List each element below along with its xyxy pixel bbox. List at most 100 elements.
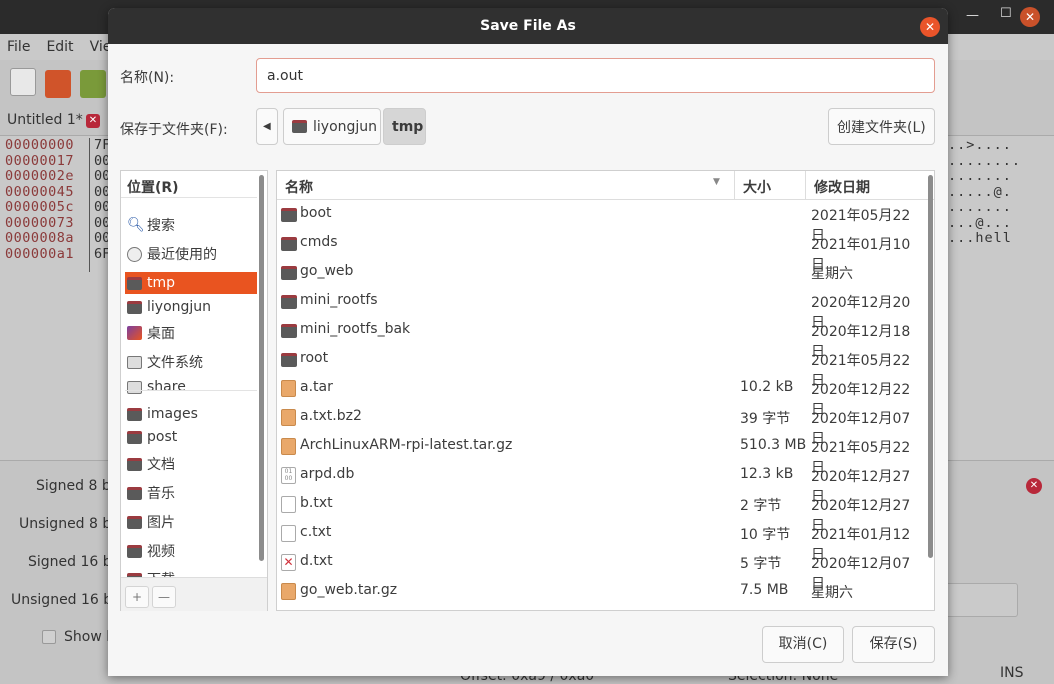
show-checkbox[interactable] [42, 630, 56, 644]
folder-icon [292, 120, 307, 133]
add-bookmark-button[interactable]: + [125, 586, 149, 608]
file-row[interactable]: a.txt.bz2 39 字节 2020年12月07日 [277, 403, 922, 447]
file-row[interactable]: cmds 2021年01月10日 [277, 229, 922, 273]
save-file-icon[interactable] [80, 70, 106, 98]
name-label: 名称(N): [120, 70, 175, 86]
divider [89, 138, 90, 272]
file-date: 星期六 [811, 585, 853, 601]
sidebar-item-视频[interactable]: 视频 [125, 540, 257, 562]
inspector-field[interactable] [940, 583, 1018, 617]
offset-label: 00000073 [5, 214, 75, 231]
filename-input[interactable] [256, 58, 935, 93]
menu-file[interactable]: File [7, 39, 30, 55]
file-row[interactable]: boot 2021年05月22日 [277, 200, 922, 244]
sidebar-item-搜索[interactable]: 🔍︎ 搜索 [125, 214, 257, 236]
archive-icon [281, 380, 296, 397]
sidebar-item-图片[interactable]: 图片 [125, 511, 257, 533]
column-modified[interactable]: 修改日期 [814, 177, 870, 197]
sidebar-item-文件系统[interactable]: 文件系统 [125, 351, 257, 373]
tab-close-icon[interactable]: ✕ [86, 114, 100, 128]
offset-label: 000000a1 [5, 245, 75, 262]
status-mode: INS [1000, 665, 1024, 681]
ascii-text[interactable]: ..>.... [948, 137, 1012, 153]
file-row[interactable]: mini_rootfs_bak 2020年12月18日 [277, 316, 922, 360]
sidebar-item-label: 图片 [147, 515, 175, 531]
offset-label: 0000008a [5, 230, 75, 246]
minimize-button[interactable]: — [966, 8, 979, 23]
archive-icon [281, 583, 296, 600]
file-row[interactable]: b.txt 2 字节 2020年12月27日 [277, 490, 922, 534]
open-file-icon[interactable] [45, 70, 71, 98]
path-back-button[interactable]: ◀ [256, 108, 278, 145]
ascii-text[interactable]: ....... [948, 199, 1012, 215]
menu-edit[interactable]: Edit [46, 39, 73, 55]
sort-down-icon: ▼ [713, 177, 720, 187]
close-panel-icon[interactable]: ✕ [1026, 478, 1042, 494]
sidebar-item-images[interactable]: images [125, 403, 257, 425]
sidebar-item-post[interactable]: post [125, 426, 257, 448]
sidebar-item-liyongjun[interactable]: liyongjun [125, 296, 257, 318]
binary-file-icon: 01 00 [281, 467, 296, 484]
file-row[interactable]: ✕ d.txt 5 字节 2020年12月07日 [277, 548, 922, 592]
column-size[interactable]: 大小 [743, 177, 771, 197]
path-tmp[interactable]: tmp [383, 108, 426, 145]
file-row[interactable]: go_web 星期六 [277, 258, 922, 287]
path-liyongjun[interactable]: liyongjun [283, 108, 381, 145]
tab-untitled[interactable]: Untitled 1* [7, 112, 83, 128]
archive-icon [281, 438, 296, 455]
ascii-text[interactable]: .....@. [948, 184, 1012, 200]
sidebar-item-share[interactable]: share [125, 376, 257, 398]
desktop-icon [127, 326, 142, 340]
file-row[interactable]: 01 00 arpd.db 12.3 kB 2020年12月27日 [277, 461, 922, 505]
ascii-text[interactable]: ...hell [948, 230, 1012, 246]
offset-label: 00000000 [5, 137, 75, 153]
sidebar-item-tmp[interactable]: tmp [125, 272, 257, 294]
dialog-close-button[interactable]: ✕ [920, 17, 940, 37]
file-size: 10 字节 [740, 527, 791, 543]
sidebar-item-桌面[interactable]: 桌面 [125, 322, 257, 344]
column-name[interactable]: 名称 [285, 177, 313, 197]
folder-icon [281, 208, 297, 222]
broken-file-icon: ✕ [281, 554, 296, 571]
new-file-icon[interactable] [10, 68, 36, 96]
window-close-button[interactable]: ✕ [1020, 7, 1040, 27]
search-icon: 🔍︎ [127, 217, 145, 233]
ascii-text[interactable]: ........ [948, 153, 1021, 169]
file-row[interactable]: a.tar 10.2 kB 2020年12月22日 [277, 374, 922, 418]
folder-icon [127, 486, 142, 500]
remove-bookmark-button[interactable]: — [152, 586, 176, 608]
sidebar-actions: + — [121, 577, 267, 611]
file-name: mini_rootfs_bak [300, 321, 411, 337]
file-name: go_web [300, 263, 354, 279]
file-name: root [300, 350, 329, 366]
places-header: 位置(R) [121, 171, 257, 198]
file-row[interactable]: mini_rootfs 2020年12月20日 [277, 287, 922, 331]
sidebar-item-文档[interactable]: 文档 [125, 453, 257, 475]
drive-icon [127, 355, 142, 369]
file-name: mini_rootfs [300, 292, 378, 308]
sidebar-item-音乐[interactable]: 音乐 [125, 482, 257, 504]
file-row[interactable]: ArchLinuxARM-rpi-latest.tar.gz 510.3 MB 20… [277, 432, 922, 476]
file-row[interactable]: root 2021年05月22日 [277, 345, 922, 389]
file-name: go_web.tar.gz [300, 582, 398, 598]
file-list-scrollbar[interactable] [928, 175, 933, 558]
maximize-button[interactable]: ☐ [1000, 6, 1012, 21]
ascii-text[interactable]: ....... [948, 168, 1012, 184]
sidebar-scrollbar[interactable] [259, 175, 264, 561]
folder-icon [281, 295, 297, 309]
text-file-icon [281, 496, 296, 513]
ascii-text[interactable]: ...@... [948, 215, 1012, 231]
sidebar-item-label: 桌面 [147, 326, 175, 342]
recent-icon [127, 246, 142, 262]
sidebar-item-最近使用的[interactable]: 最近使用的 [125, 243, 257, 265]
folder-icon [127, 407, 142, 421]
cancel-button[interactable]: 取消(C) [762, 626, 844, 663]
file-row[interactable]: c.txt 10 字节 2021年01月12日 [277, 519, 922, 563]
file-size: 39 字节 [740, 411, 791, 427]
folder-icon [127, 457, 142, 471]
file-name: cmds [300, 234, 338, 250]
file-size: 5 字节 [740, 556, 782, 572]
create-folder-button[interactable]: 创建文件夹(L) [828, 108, 935, 145]
file-row[interactable]: go_web.tar.gz 7.5 MB 星期六 [277, 577, 922, 606]
save-button[interactable]: 保存(S) [852, 626, 935, 663]
